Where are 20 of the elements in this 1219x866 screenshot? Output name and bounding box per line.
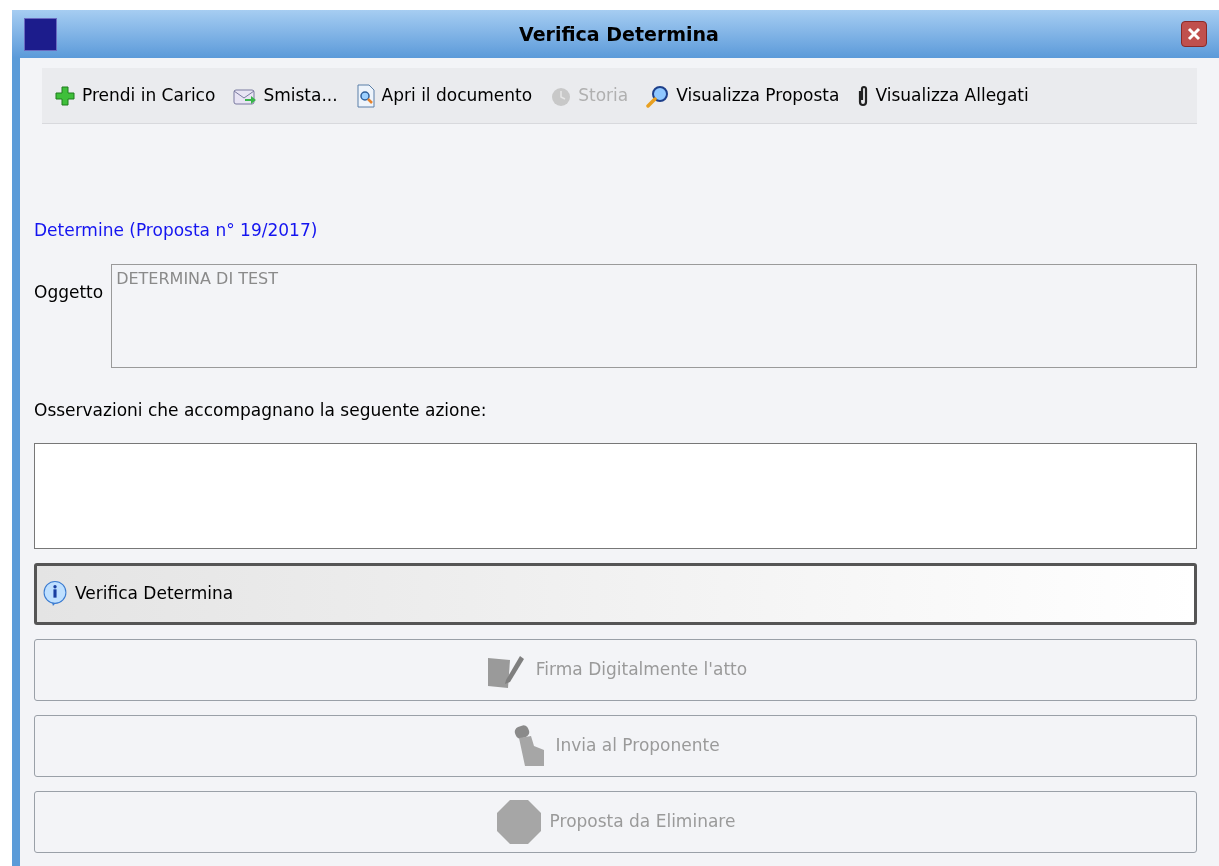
app-logo-icon xyxy=(24,17,57,51)
toolbar-button[interactable]: Visualizza Proposta xyxy=(646,82,840,109)
toolbar-button[interactable]: Visualizza Allegati xyxy=(857,82,1029,109)
toolbar-button[interactable]: Prendi in Carico xyxy=(54,82,216,109)
toolbar-button[interactable]: Apri il documento xyxy=(355,82,533,109)
field-label: Oggetto xyxy=(34,280,104,304)
field-label: Osservazioni che accompagnano la seguente azione: xyxy=(34,398,487,422)
search-icon xyxy=(646,83,671,108)
notes-field[interactable] xyxy=(34,443,1197,549)
section-heading: Determine (Proposta n° 19/2017) xyxy=(34,219,318,242)
info-icon xyxy=(43,581,67,607)
document-magnifier-icon xyxy=(355,83,376,108)
action-button[interactable]: Verifica Determina xyxy=(34,563,1197,625)
stop-sign-icon xyxy=(495,799,542,845)
close-icon xyxy=(1186,26,1202,42)
toolbar-button[interactable]: Smista... xyxy=(233,82,338,109)
plus-icon xyxy=(54,84,76,107)
window-title: Verifica Determina xyxy=(519,21,719,47)
close-button[interactable] xyxy=(1181,21,1207,47)
paperclip-icon xyxy=(857,84,870,107)
